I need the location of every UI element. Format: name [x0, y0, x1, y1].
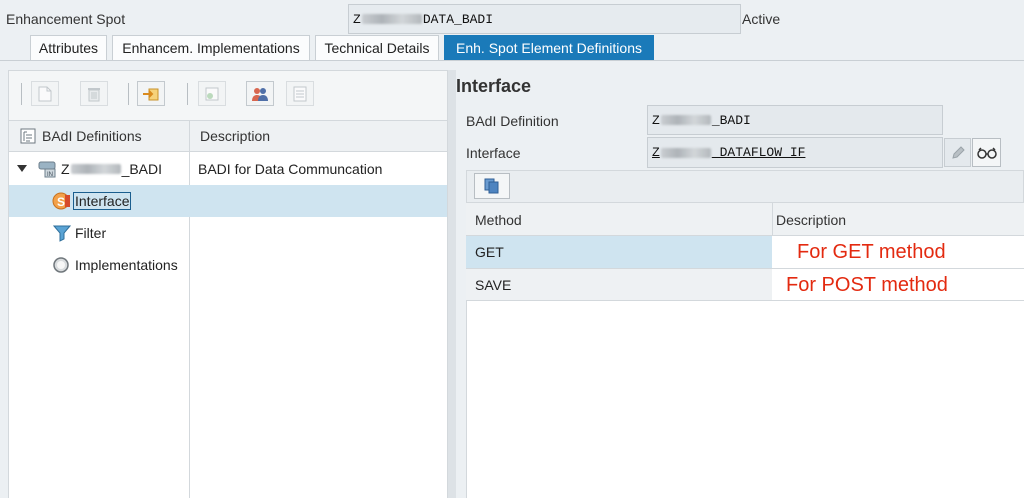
copy-button[interactable] — [474, 173, 510, 199]
badi-definition-prefix: Z — [652, 112, 660, 128]
column-header-description[interactable]: Description — [200, 128, 270, 144]
tree-row-filter[interactable]: Filter — [9, 217, 447, 249]
add-entry-icon — [205, 87, 219, 100]
method-row-get[interactable]: GET For GET method — [466, 236, 1024, 268]
navigate-button[interactable] — [137, 81, 165, 106]
tree-item-label: Filter — [75, 225, 107, 241]
badi-name-suffix: _BADI — [121, 161, 163, 177]
tree-item-description: BADI for Data Communcation — [198, 161, 383, 177]
users-button[interactable] — [246, 81, 274, 106]
badi-definition-icon: IN — [38, 161, 56, 178]
tree-item-label: Implementations — [75, 257, 178, 273]
column-header-badi-definitions[interactable]: BAdI Definitions — [42, 128, 142, 144]
method-row-save[interactable]: SAVE For POST method — [466, 269, 1024, 301]
row-divider — [466, 300, 1024, 301]
tree-row-implementations[interactable]: Implementations — [9, 249, 447, 281]
method-name: GET — [466, 236, 772, 268]
implementations-icon-cell — [53, 249, 69, 281]
redacted-text — [361, 14, 422, 24]
toolbar-separator — [21, 83, 22, 105]
panel-splitter[interactable] — [448, 70, 456, 498]
column-header-method-description[interactable]: Description — [776, 203, 846, 236]
badi-icon: IN — [37, 153, 59, 185]
add-entry-button[interactable] — [198, 81, 226, 106]
methods-table-header — [466, 203, 1024, 236]
redacted-text — [660, 147, 711, 158]
badi-name-prefix: Z — [61, 161, 70, 177]
methods-toolbar — [466, 170, 1024, 203]
interface-value-prefix[interactable]: Z — [652, 145, 660, 160]
tab-enh-spot-element-definitions[interactable]: Enh. Spot Element Definitions — [444, 35, 654, 60]
filter-icon — [53, 225, 71, 242]
enhancement-spot-value-prefix: Z — [353, 11, 361, 27]
redacted-text — [660, 115, 711, 125]
tab-attributes[interactable]: Attributes — [30, 35, 107, 60]
status-text: Active — [742, 11, 781, 27]
filter-icon-cell — [53, 217, 71, 249]
document-list-icon — [293, 86, 307, 101]
expand-toggle[interactable] — [17, 153, 27, 185]
enhancement-spot-value-suffix: DATA_BADI — [422, 11, 494, 27]
enhancement-spot-field[interactable]: Z DATA_BADI — [348, 4, 741, 34]
tree-structure-icon — [20, 128, 36, 144]
badi-definition-suffix: _BADI — [711, 112, 751, 128]
svg-text:S: S — [57, 195, 65, 209]
redacted-text — [70, 164, 121, 174]
interface-icon: S — [52, 192, 70, 210]
tree-row-badi[interactable]: IN Z _BADI BADI for Data Communcation — [9, 153, 447, 185]
arrow-box-icon — [143, 88, 159, 100]
tab-technical-details[interactable]: Technical Details — [315, 35, 439, 60]
trash-icon — [88, 87, 100, 101]
badi-definition-field[interactable]: Z _BADI — [647, 105, 943, 135]
badi-definition-label: BAdI Definition — [466, 113, 559, 129]
interface-label: Interface — [466, 145, 521, 161]
caret-down-icon — [17, 165, 27, 172]
tab-enhancement-implementations[interactable]: Enhancem. Implementations — [112, 35, 310, 60]
toolbar-separator — [128, 83, 129, 105]
interface-field[interactable]: Z _DATAFLOW_IF — [647, 137, 943, 168]
method-description: For GET method — [772, 236, 1024, 268]
details-button[interactable] — [286, 81, 314, 106]
circle-icon — [53, 257, 69, 273]
new-document-icon — [38, 86, 52, 101]
pencil-icon — [951, 145, 965, 159]
tree-item-label: Interface — [73, 185, 132, 217]
users-icon — [252, 87, 268, 101]
details-title: Interface — [456, 76, 532, 96]
tree-header-icon — [20, 128, 36, 147]
copy-icon — [484, 178, 499, 194]
glasses-icon — [976, 146, 997, 159]
method-description: For POST method — [772, 269, 1024, 301]
interface-icon-cell: S — [52, 185, 72, 217]
svg-text:IN: IN — [47, 172, 53, 178]
selected-label: Interface — [73, 192, 132, 210]
enhancement-spot-label: Enhancement Spot — [6, 11, 126, 27]
interface-value-suffix[interactable]: _DATAFLOW_IF — [712, 145, 806, 160]
edit-button[interactable] — [944, 138, 971, 167]
tree-item-label: Z _BADI — [61, 153, 162, 185]
method-name: SAVE — [466, 269, 772, 301]
tab-strip — [0, 60, 1024, 61]
delete-button[interactable] — [80, 81, 108, 106]
create-button[interactable] — [31, 81, 59, 106]
display-button[interactable] — [972, 138, 1001, 167]
column-header-method[interactable]: Method — [475, 203, 522, 236]
toolbar-separator — [187, 83, 188, 105]
tree-row-interface[interactable]: S Interface — [9, 185, 447, 217]
